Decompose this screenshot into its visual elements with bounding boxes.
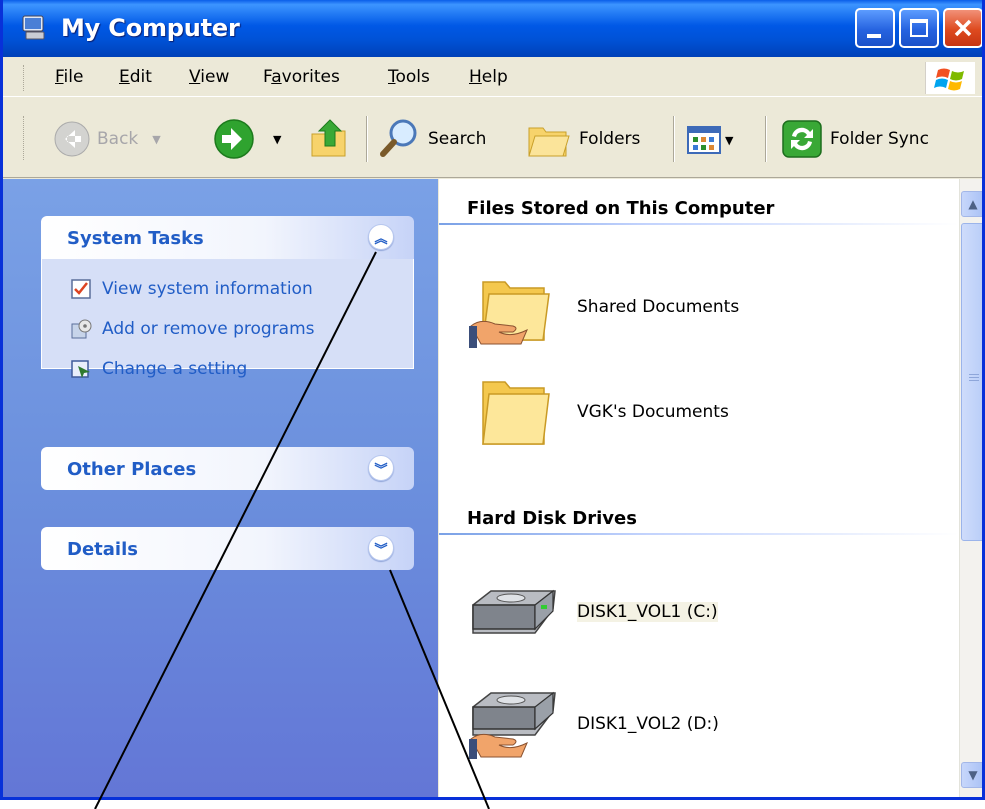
details-title: Details: [67, 539, 138, 560]
menu-edit[interactable]: Edit: [119, 67, 152, 87]
system-tasks-panel: System Tasks ︽ View system information A…: [41, 216, 414, 379]
menu-bar: File Edit View Favorites Tools Help: [3, 57, 982, 97]
forward-button[interactable]: ▼: [213, 118, 281, 160]
drive-item-d[interactable]: DISK1_VOL2 (D:): [469, 689, 719, 759]
task-pane: System Tasks ︽ View system information A…: [3, 179, 438, 797]
vertical-scrollbar[interactable]: ▲ ▼: [959, 179, 982, 797]
folder-sync-button[interactable]: Folder Sync: [780, 118, 929, 160]
task-view-system-information[interactable]: View system information: [42, 269, 413, 309]
menu-tools[interactable]: Tools: [388, 67, 430, 87]
explorer-window: My Computer File Edit View Favorites Too…: [0, 0, 985, 800]
toolbar-grip[interactable]: [23, 116, 26, 160]
maximize-button[interactable]: [899, 8, 939, 48]
folder-item-shared-documents[interactable]: Shared Documents: [469, 264, 739, 350]
views-button[interactable]: ▼: [687, 126, 733, 154]
group-title-files-stored: Files Stored on This Computer: [467, 198, 775, 219]
task-change-a-setting[interactable]: Change a setting: [42, 349, 413, 389]
search-button[interactable]: Search: [378, 118, 486, 160]
toolbar-separator: [765, 116, 767, 162]
maximize-icon: [910, 19, 928, 37]
toolbar-separator: [366, 116, 368, 162]
group-divider: [439, 533, 959, 535]
up-folder-button[interactable]: [308, 116, 352, 160]
expand-chevron-icon[interactable]: ︾: [368, 455, 394, 481]
folder-item-vgks-documents[interactable]: VGK's Documents: [469, 374, 729, 450]
folder-icon: [482, 381, 550, 445]
back-arrow-icon: [54, 121, 90, 157]
back-label: Back: [97, 129, 139, 149]
views-icon: [687, 126, 721, 154]
collapse-chevron-icon[interactable]: ︽: [368, 224, 394, 250]
task-add-or-remove-programs[interactable]: Add or remove programs: [42, 309, 413, 349]
other-places-panel: Other Places ︾: [41, 447, 414, 490]
search-icon: [380, 119, 417, 157]
task-label: Change a setting: [102, 359, 248, 379]
add-remove-programs-icon: [71, 319, 92, 339]
menu-view[interactable]: View: [189, 67, 229, 87]
menu-help[interactable]: Help: [469, 67, 508, 87]
group-divider: [439, 223, 959, 225]
back-dropdown-arrow[interactable]: ▼: [152, 133, 160, 146]
folder-sync-icon: [782, 120, 822, 158]
folders-icon: [528, 127, 570, 157]
title-bar[interactable]: My Computer: [3, 0, 982, 57]
folders-label: Folders: [579, 129, 641, 149]
standard-toolbar: Back ▼ ▼ Search Folders ▼ Folder Sync: [3, 98, 982, 178]
other-places-title: Other Places: [67, 459, 197, 480]
toolbar-separator: [673, 116, 675, 162]
group-title-hard-disk-drives: Hard Disk Drives: [467, 508, 637, 529]
details-header[interactable]: Details ︾: [41, 527, 414, 570]
drive-label: DISK1_VOL1 (C:): [577, 602, 718, 622]
minimize-icon: [867, 34, 881, 38]
search-label: Search: [428, 129, 487, 149]
system-tasks-body: View system information Add or remove pr…: [41, 259, 414, 379]
forward-arrow-icon: [214, 119, 254, 159]
hard-drive-icon: [472, 589, 556, 634]
windows-logo: [925, 62, 975, 94]
minimize-button[interactable]: [855, 8, 895, 48]
forward-dropdown-arrow[interactable]: ▼: [273, 133, 281, 146]
shared-hard-drive-icon: [469, 691, 556, 759]
system-tasks-title: System Tasks: [67, 228, 204, 249]
details-panel: Details ︾: [41, 527, 414, 570]
scroll-down-button[interactable]: ▼: [961, 762, 982, 788]
system-information-icon: [71, 279, 91, 299]
expand-chevron-icon[interactable]: ︾: [368, 535, 394, 561]
views-dropdown-arrow[interactable]: ▼: [725, 134, 733, 147]
up-folder-icon: [311, 119, 346, 157]
back-button[interactable]: Back ▼: [53, 120, 161, 158]
chevron-down-icon: ▼: [968, 768, 978, 782]
menu-favorites[interactable]: Favorites: [263, 67, 340, 87]
close-icon: [954, 19, 972, 37]
folder-sync-label: Folder Sync: [830, 129, 929, 149]
menu-file[interactable]: File: [55, 67, 83, 87]
shared-folder-icon: [469, 281, 550, 348]
control-panel-icon: [71, 360, 90, 378]
folder-label: Shared Documents: [577, 297, 740, 317]
window-title: My Computer: [61, 14, 240, 42]
chevron-up-icon: ▲: [968, 197, 978, 211]
menu-grip[interactable]: [23, 65, 26, 91]
scroll-up-button[interactable]: ▲: [961, 191, 982, 217]
task-label: Add or remove programs: [102, 319, 315, 339]
close-button[interactable]: [943, 8, 982, 48]
other-places-header[interactable]: Other Places ︾: [41, 447, 414, 490]
folders-button[interactable]: Folders: [525, 120, 640, 158]
task-label: View system information: [102, 279, 313, 299]
drive-item-c[interactable]: DISK1_VOL1 (C:): [469, 583, 718, 641]
content-pane: Files Stored on This Computer Shared Doc…: [439, 179, 959, 797]
system-tasks-header[interactable]: System Tasks ︽: [41, 216, 414, 259]
my-computer-icon: [22, 15, 45, 40]
folder-label: VGK's Documents: [577, 402, 729, 422]
scroll-thumb[interactable]: [961, 223, 982, 541]
drive-label: DISK1_VOL2 (D:): [577, 714, 719, 734]
